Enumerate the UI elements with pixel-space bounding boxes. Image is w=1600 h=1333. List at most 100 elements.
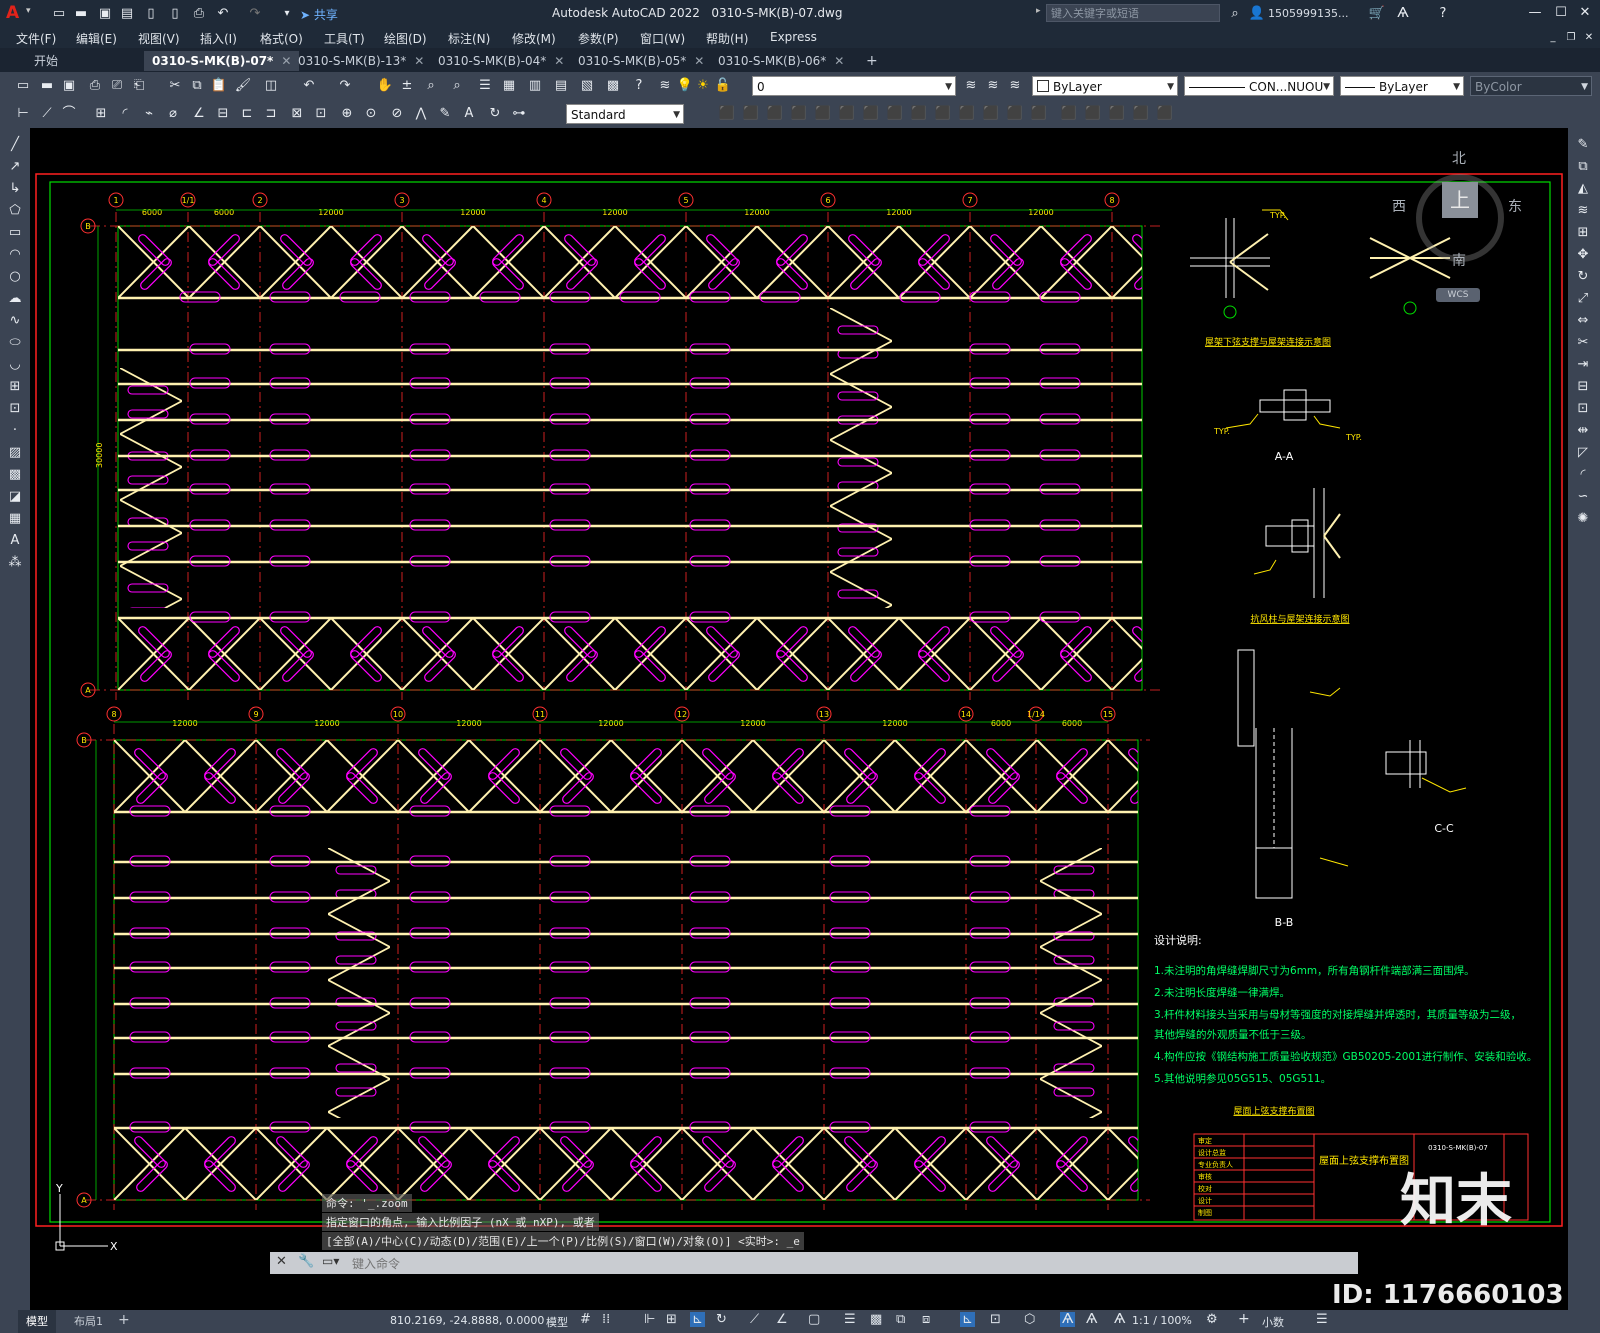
open-web-icon[interactable]: ▯: [142, 5, 160, 23]
3d-box-icon[interactable]: ⬛: [718, 105, 736, 123]
spline-icon[interactable]: ∿: [6, 312, 24, 330]
zoom-realtime-icon[interactable]: ±: [398, 77, 416, 95]
section-icon[interactable]: ⬛: [934, 105, 952, 123]
dim-text-edit-icon[interactable]: A: [460, 105, 478, 123]
publish-icon[interactable]: ⎗: [130, 77, 148, 95]
sheet-set-icon[interactable]: ▤: [552, 77, 570, 95]
dim-edit-icon[interactable]: ✎: [436, 105, 454, 123]
snap-icon[interactable]: ⁞⁞: [602, 1312, 610, 1327]
app-menu-arrow-icon[interactable]: ▾: [26, 6, 31, 16]
region-icon[interactable]: ◪: [6, 488, 24, 506]
join-icon[interactable]: ⇹: [1574, 422, 1592, 440]
doc-minimize-icon[interactable]: _: [1544, 29, 1562, 47]
move-icon[interactable]: ✥: [1574, 246, 1592, 264]
save-icon[interactable]: ▣: [96, 5, 114, 23]
selection-filter-icon[interactable]: ⊡: [990, 1312, 1001, 1327]
recent-commands-icon[interactable]: ▭▾: [322, 1254, 339, 1268]
dim-continue-icon[interactable]: ⊐: [262, 105, 280, 123]
minimize-icon[interactable]: —: [1526, 4, 1544, 22]
ellipse-icon[interactable]: ⬭: [6, 334, 24, 352]
dynamic-ucs-icon[interactable]: ⊾: [960, 1312, 975, 1327]
annotation-monitor-icon[interactable]: +: [1238, 1311, 1250, 1327]
tab-file-13[interactable]: 0310-S-MK(B)-13* ✕: [290, 51, 432, 71]
arc-icon[interactable]: ◠: [6, 246, 24, 264]
3d-osnap-icon[interactable]: ⧈: [922, 1312, 930, 1327]
paste-icon[interactable]: 📋: [210, 77, 228, 95]
tolerance-icon[interactable]: ⊕: [338, 105, 356, 123]
compass-west[interactable]: 西: [1392, 196, 1406, 216]
erase-icon[interactable]: ✎: [1574, 136, 1592, 154]
menu-insert[interactable]: 插入(I): [200, 30, 237, 47]
compass-south[interactable]: 南: [1452, 250, 1466, 270]
break-at-point-icon[interactable]: ⊟: [1574, 378, 1592, 396]
user-name[interactable]: 1505999135...: [1268, 7, 1348, 20]
wcs-menu[interactable]: WCS: [1436, 288, 1480, 302]
layer-lock-icon[interactable]: 🔓: [714, 77, 732, 95]
tab-file-05[interactable]: 0310-S-MK(B)-05* ✕: [570, 51, 712, 71]
ucs-icon[interactable]: ⬛: [1060, 105, 1078, 123]
tab-file-06[interactable]: 0310-S-MK(B)-06* ✕: [710, 51, 852, 71]
redo-icon[interactable]: ↷: [336, 77, 354, 95]
layer-freeze-sun-icon[interactable]: ☀: [694, 77, 712, 95]
new-file-icon[interactable]: ▭: [50, 5, 68, 23]
menu-draw[interactable]: 绘图(D): [384, 30, 427, 47]
share-button[interactable]: ➤ 共享: [300, 6, 338, 23]
object-snap-tracking-icon[interactable]: ∠: [776, 1312, 788, 1327]
menu-window[interactable]: 窗口(W): [640, 30, 685, 47]
customize-command-icon[interactable]: 🔧: [298, 1254, 314, 1269]
annotation-scale-value[interactable]: 1:1 / 100%: [1132, 1314, 1192, 1327]
view-cube[interactable]: 上 北 南 西 东 WCS: [1392, 148, 1522, 302]
match-properties-icon[interactable]: 🖌: [234, 77, 252, 95]
trim-icon[interactable]: ✂: [1574, 334, 1592, 352]
zoom-window-icon[interactable]: ⌕: [422, 77, 440, 95]
quick-dim-icon[interactable]: ⊟: [214, 105, 232, 123]
dim-baseline-icon[interactable]: ⊏: [238, 105, 256, 123]
3d-wedge-icon[interactable]: ⬛: [742, 105, 760, 123]
layer-properties-icon[interactable]: ≋: [656, 77, 674, 95]
auto-scale-icon[interactable]: Ѧ: [1086, 1312, 1097, 1327]
stretch-icon[interactable]: ⇔: [1574, 312, 1592, 330]
menu-dimension[interactable]: 标注(N): [448, 30, 490, 47]
table-icon[interactable]: ▦: [6, 510, 24, 528]
make-block-icon[interactable]: ⊡: [6, 400, 24, 418]
markup-icon[interactable]: ▧: [578, 77, 596, 95]
slice-icon[interactable]: ⬛: [910, 105, 928, 123]
explode-icon[interactable]: ✺: [1574, 510, 1592, 528]
plot-icon[interactable]: ⎙: [86, 77, 104, 95]
close-tab-icon[interactable]: ✕: [694, 54, 704, 68]
revision-cloud-icon[interactable]: ☁: [6, 290, 24, 308]
close-tab-icon[interactable]: ✕: [554, 54, 564, 68]
dim-break-icon[interactable]: ⊡: [312, 105, 330, 123]
transparency-icon[interactable]: ▩: [870, 1312, 882, 1327]
color-select[interactable]: ByLayer ▼: [1032, 76, 1178, 96]
scale-icon[interactable]: ⤢: [1574, 290, 1592, 308]
menu-tools[interactable]: 工具(T): [324, 30, 365, 47]
close-tab-icon[interactable]: ✕: [834, 54, 844, 68]
pan-icon[interactable]: ✋: [376, 77, 394, 95]
point-icon[interactable]: ·: [6, 422, 24, 440]
inspection-icon[interactable]: ⊘: [388, 105, 406, 123]
tab-file-04[interactable]: 0310-S-MK(B)-04* ✕: [430, 51, 572, 71]
new-tab-plus-icon[interactable]: +: [858, 51, 886, 71]
workspace-gear-icon[interactable]: ⚙: [1206, 1312, 1218, 1327]
view-cube-top-face[interactable]: 上: [1442, 182, 1478, 218]
revolve-icon[interactable]: ⬛: [886, 105, 904, 123]
blend-curves-icon[interactable]: ∽: [1574, 488, 1592, 506]
dim-aligned-icon[interactable]: ⟋: [38, 105, 56, 123]
add-layout-icon[interactable]: +: [118, 1312, 130, 1328]
model-space-toggle[interactable]: 模型: [546, 1314, 568, 1330]
extrude-icon[interactable]: ⬛: [862, 105, 880, 123]
multiline-text-icon[interactable]: A: [6, 532, 24, 550]
user-icon[interactable]: 👤: [1248, 5, 1266, 23]
lineweight-icon[interactable]: ☰: [844, 1312, 856, 1327]
break-icon[interactable]: ⊡: [1574, 400, 1592, 418]
close-command-icon[interactable]: ✕: [276, 1254, 287, 1269]
menu-parametric[interactable]: 参数(P): [578, 30, 619, 47]
customize-qat-icon[interactable]: ▾: [278, 5, 296, 23]
array-icon[interactable]: ⊞: [1574, 224, 1592, 242]
extend-icon[interactable]: ⇥: [1574, 356, 1592, 374]
search-icon[interactable]: ⌕: [1226, 5, 1244, 23]
search-input[interactable]: 键入关键字或短语: [1046, 4, 1220, 22]
menu-format[interactable]: 格式(O): [260, 30, 303, 47]
dim-linear-icon[interactable]: ⊢: [14, 105, 32, 123]
